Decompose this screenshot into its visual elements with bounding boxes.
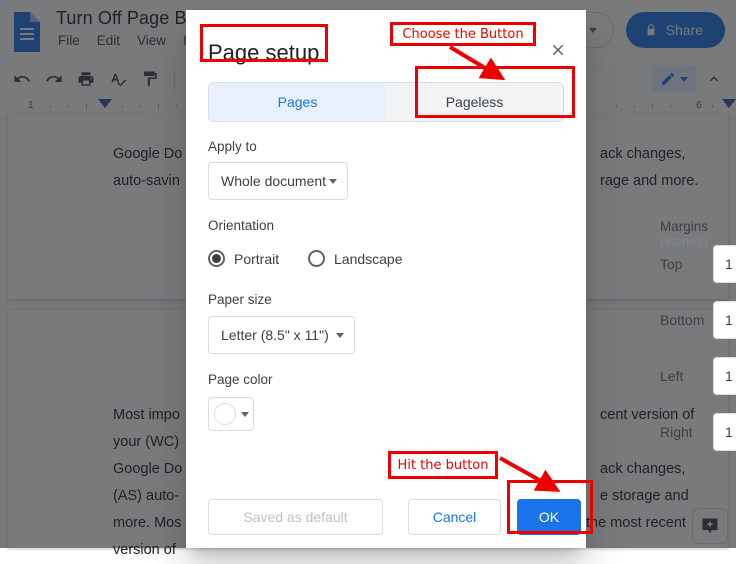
color-swatch xyxy=(213,403,236,425)
margin-bottom-input[interactable]: 1 xyxy=(713,301,736,339)
chevron-down-icon xyxy=(336,332,344,338)
annotation-box-pageless-tab xyxy=(415,66,575,118)
close-icon[interactable] xyxy=(544,36,572,64)
margins-unit: (inches) xyxy=(660,234,709,249)
chevron-down-icon xyxy=(240,411,249,417)
margin-right-input[interactable]: 1 xyxy=(713,413,736,451)
apply-to-label: Apply to xyxy=(208,139,257,154)
orientation-label: Orientation xyxy=(208,218,275,233)
radio-landscape-label: Landscape xyxy=(334,250,403,267)
radio-landscape[interactable]: Landscape xyxy=(308,250,403,267)
radio-button-icon xyxy=(208,250,225,267)
paper-size-label: Paper size xyxy=(208,292,272,307)
annotation-callout-choose-button: Choose the Button xyxy=(390,22,536,46)
paper-size-value: Letter (8.5" x 11") xyxy=(221,327,329,343)
radio-button-icon xyxy=(308,250,325,267)
cancel-button[interactable]: Cancel xyxy=(408,499,501,535)
radio-portrait[interactable]: Portrait xyxy=(208,250,279,267)
margin-top-label: Top xyxy=(660,256,683,272)
margins-label-text: Margins xyxy=(660,219,709,234)
annotation-box-ok-button xyxy=(507,480,593,534)
tab-pages[interactable]: Pages xyxy=(209,83,386,121)
annotation-callout-hit-button: Hit the button xyxy=(388,451,498,479)
margin-left-label: Left xyxy=(660,368,684,384)
page-color-label: Page color xyxy=(208,372,273,387)
apply-to-select[interactable]: Whole document xyxy=(208,162,348,200)
margin-left-input[interactable]: 1 xyxy=(713,357,736,395)
set-as-default-button[interactable]: Saved as default xyxy=(208,499,383,535)
annotation-box-page-setup-title xyxy=(200,24,328,62)
margins-label: Margins (inches) xyxy=(660,219,708,249)
paper-size-select[interactable]: Letter (8.5" x 11") xyxy=(208,316,355,354)
margin-bottom-label: Bottom xyxy=(660,312,705,328)
margin-right-label: Right xyxy=(660,424,693,440)
apply-to-value: Whole document xyxy=(221,173,327,189)
page-color-picker[interactable] xyxy=(208,397,254,431)
chevron-down-icon xyxy=(329,178,337,184)
radio-portrait-label: Portrait xyxy=(234,250,280,267)
margin-top-input[interactable]: 1 xyxy=(713,245,736,283)
